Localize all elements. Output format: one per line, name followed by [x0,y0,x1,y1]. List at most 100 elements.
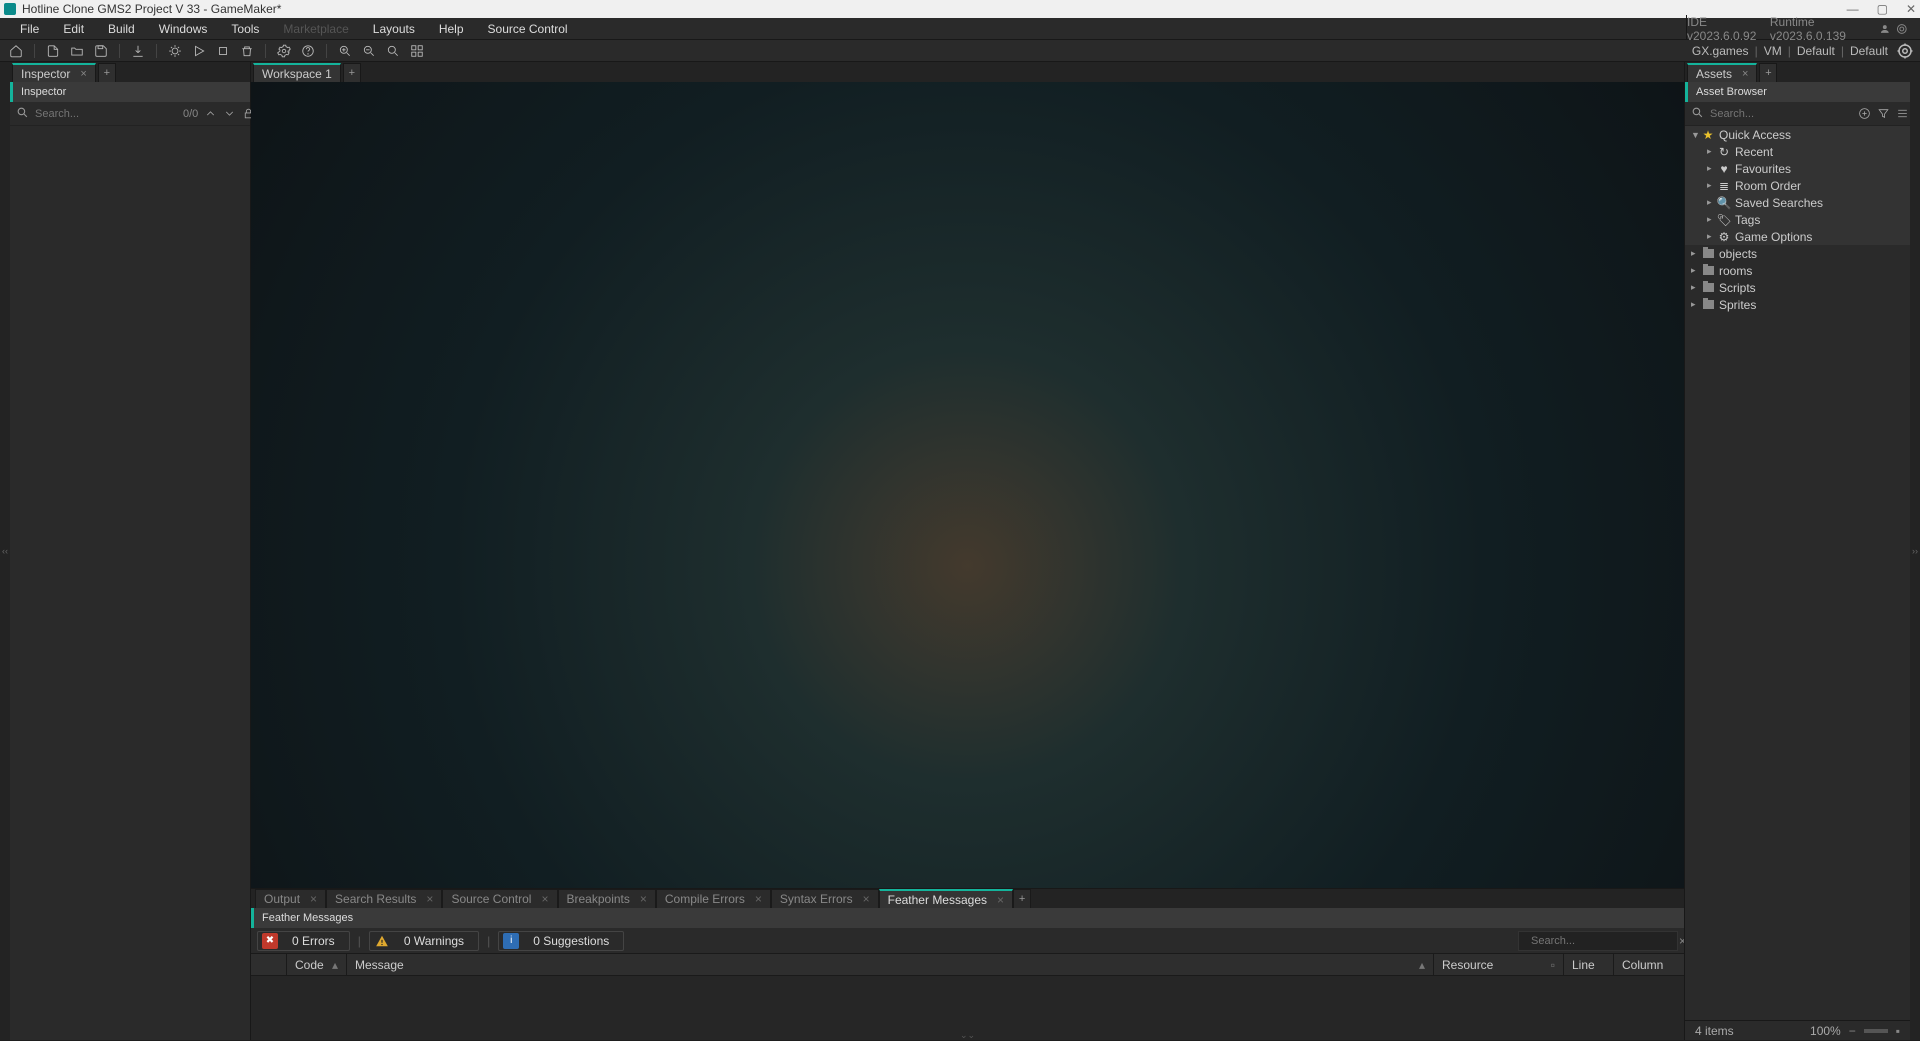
menu-windows[interactable]: Windows [147,19,220,39]
tree-folder-sprites[interactable]: ▸Sprites [1685,296,1910,313]
close-icon[interactable]: × [640,892,647,906]
recent-icon: ↻ [1717,145,1731,159]
col-column[interactable]: Column [1614,954,1684,975]
inspector-header: Inspector [10,82,250,102]
bottom-tab-source-control[interactable]: Source Control× [442,889,557,908]
close-icon[interactable]: × [426,892,433,906]
notifications-icon[interactable] [1896,22,1908,36]
assets-statusbar: 4 items 100% − ▪ [1685,1020,1910,1040]
inspector-tab-close[interactable]: × [80,68,86,80]
close-icon[interactable]: × [755,892,762,906]
zoom-in-button[interactable] [335,42,355,60]
assets-add-tab[interactable]: + [1759,63,1777,82]
bottom-tab-breakpoints[interactable]: Breakpoints× [558,889,656,908]
target-icon[interactable] [1896,42,1914,60]
center-area: Workspace 1 + Output× Search Results× So… [251,62,1684,1040]
app-icon [4,3,16,15]
bottom-collapse-handle[interactable]: ⌄⌄ [251,1030,1684,1040]
inspector-search-input[interactable] [35,108,177,120]
close-icon[interactable]: × [541,892,548,906]
dock-button[interactable] [407,42,427,60]
menu-help[interactable]: Help [427,19,476,39]
assets-menu-button[interactable] [1896,106,1909,122]
suggestions-filter[interactable]: i0 Suggestions [498,931,624,951]
save-button[interactable] [91,42,111,60]
tree-folder-scripts[interactable]: ▸Scripts [1685,279,1910,296]
tree-game-options[interactable]: ▸⚙Game Options [1685,228,1910,245]
tree-room-order[interactable]: ▸≣Room Order [1685,177,1910,194]
col-code[interactable]: Code▴ [287,954,347,975]
bottom-add-tab[interactable]: + [1013,889,1031,908]
assets-zoom-label: 100% [1810,1024,1841,1038]
clean-button[interactable] [237,42,257,60]
assets-tab-label: Assets [1696,67,1732,81]
inspector-search-count: 0/0 [183,108,198,120]
close-icon[interactable]: × [997,893,1004,907]
tree-favourites[interactable]: ▸♥Favourites [1685,160,1910,177]
assets-search-input[interactable] [1710,108,1852,120]
workspace-tab[interactable]: Workspace 1 [253,63,341,82]
menu-marketplace[interactable]: Marketplace [271,19,360,39]
right-dock-expander[interactable]: ›› [1910,62,1920,1040]
ide-version-label: IDE v2023.6.0.92 [1687,15,1764,43]
open-project-button[interactable] [67,42,87,60]
tree-recent[interactable]: ▸↻Recent [1685,143,1910,160]
target-selector[interactable]: GX.games| VM| Default| Default [1692,42,1914,60]
zoom-out-icon[interactable]: − [1849,1024,1856,1038]
inspector-tab-label: Inspector [21,67,70,81]
workspace-add-tab[interactable]: + [343,63,361,82]
menu-source-control[interactable]: Source Control [476,19,580,39]
errors-filter[interactable]: ✖0 Errors [257,931,350,951]
help-button[interactable] [298,42,318,60]
tree-folder-rooms[interactable]: ▸rooms [1685,262,1910,279]
close-icon[interactable]: × [863,892,870,906]
zoom-reset-button[interactable] [383,42,403,60]
bottom-tab-feather[interactable]: Feather Messages× [879,889,1013,908]
zoom-out-button[interactable] [359,42,379,60]
window-titlebar: Hotline Clone GMS2 Project V 33 - GameMa… [0,0,1920,18]
target-config: Default [1850,44,1888,58]
menu-tools[interactable]: Tools [219,19,271,39]
assets-add-button[interactable] [1858,106,1871,122]
run-button[interactable] [189,42,209,60]
feather-search-input[interactable] [1531,935,1673,947]
create-executable-button[interactable] [128,42,148,60]
home-button[interactable] [6,42,26,60]
bottom-tab-search-results[interactable]: Search Results× [326,889,442,908]
menu-layouts[interactable]: Layouts [361,19,427,39]
bottom-tab-compile-errors[interactable]: Compile Errors× [656,889,771,908]
account-icon[interactable] [1879,22,1891,36]
assets-tab[interactable]: Assets × [1687,63,1757,82]
warnings-filter[interactable]: 0 Warnings [369,931,479,951]
tree-saved-searches[interactable]: ▸🔍Saved Searches [1685,194,1910,211]
menu-file[interactable]: File [8,19,51,39]
left-dock-expander[interactable]: ‹‹ [0,62,10,1040]
tree-folder-objects[interactable]: ▸objects [1685,245,1910,262]
col-message[interactable]: Message▴ [347,954,1434,975]
col-resource[interactable]: Resource▫ [1434,954,1564,975]
workspace-canvas[interactable] [251,82,1684,888]
game-options-button[interactable] [274,42,294,60]
col-line[interactable]: Line [1564,954,1614,975]
zoom-slider[interactable] [1864,1029,1888,1033]
stop-button[interactable] [213,42,233,60]
menu-edit[interactable]: Edit [51,19,96,39]
new-project-button[interactable] [43,42,63,60]
inspector-add-tab[interactable]: + [98,63,116,82]
zoom-in-icon[interactable]: ▪ [1896,1024,1900,1038]
bottom-tab-output[interactable]: Output× [255,889,326,908]
assets-item-count: 4 items [1695,1024,1734,1038]
menu-build[interactable]: Build [96,19,147,39]
runtime-version-label: Runtime v2023.6.0.139 [1770,15,1873,43]
inspector-prev-button[interactable] [204,106,217,122]
bottom-tab-syntax-errors[interactable]: Syntax Errors× [771,889,879,908]
debug-button[interactable] [165,42,185,60]
tree-tags[interactable]: ▸🏷Tags [1685,211,1910,228]
tree-quick-access[interactable]: ▼★Quick Access [1685,126,1910,143]
assets-tab-close[interactable]: × [1742,68,1748,80]
inspector-tab[interactable]: Inspector × [12,63,96,82]
inspector-next-button[interactable] [223,106,236,122]
assets-filter-button[interactable] [1877,106,1890,122]
folder-icon [1701,300,1715,309]
close-icon[interactable]: × [310,892,317,906]
